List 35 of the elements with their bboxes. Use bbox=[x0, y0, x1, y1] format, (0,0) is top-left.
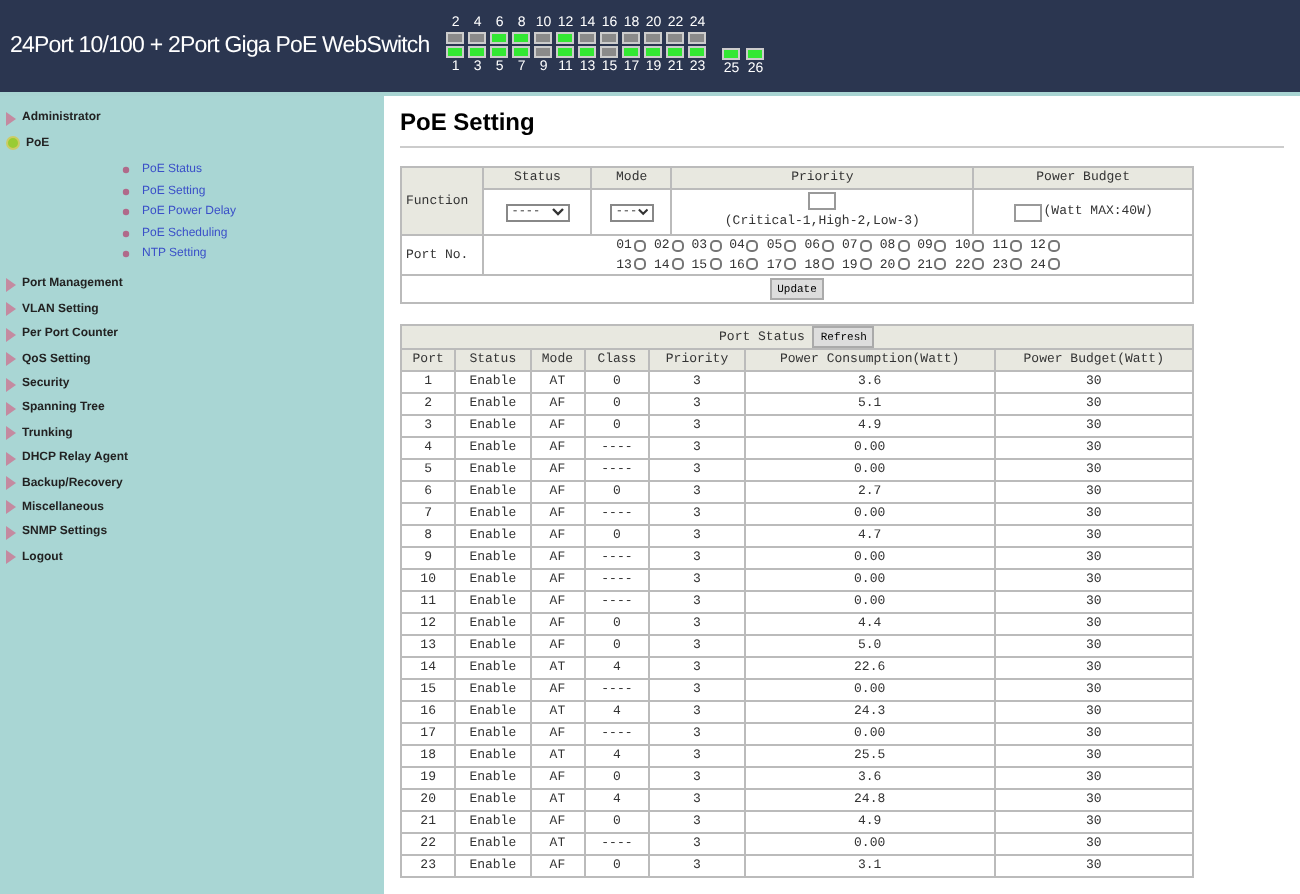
port-checkbox[interactable] bbox=[897, 258, 910, 271]
port-checkbox[interactable] bbox=[1010, 239, 1023, 252]
device-title: 24Port 10/100 + 2Port Giga PoE WebSwitch bbox=[10, 34, 430, 58]
priority-input[interactable] bbox=[808, 192, 837, 211]
port-checkbox[interactable] bbox=[633, 258, 646, 271]
port-checkbox[interactable] bbox=[633, 239, 646, 252]
bullet-icon bbox=[122, 208, 130, 217]
port-checkbox[interactable] bbox=[897, 239, 910, 252]
port-checkbox[interactable] bbox=[746, 258, 759, 271]
port-checkbox[interactable] bbox=[934, 239, 947, 252]
page-title: PoE Setting bbox=[400, 96, 1284, 148]
port-checkbox[interactable] bbox=[972, 258, 985, 271]
port-checkbox[interactable] bbox=[859, 239, 872, 252]
port-checkbox[interactable] bbox=[1010, 258, 1023, 271]
port-checkbox[interactable] bbox=[972, 239, 985, 252]
bullet-icon bbox=[122, 187, 130, 196]
port-checkbox[interactable] bbox=[671, 258, 684, 271]
port-checkbox[interactable] bbox=[709, 258, 722, 271]
port-checkbox[interactable] bbox=[746, 239, 759, 252]
caret-icon bbox=[551, 208, 564, 216]
port-checkbox[interactable] bbox=[1047, 258, 1060, 271]
port-checkbox[interactable] bbox=[1047, 239, 1060, 252]
caret-icon bbox=[637, 208, 648, 216]
port-checkbox[interactable] bbox=[822, 258, 834, 271]
port-checkbox[interactable] bbox=[784, 239, 797, 252]
port-checkbox[interactable] bbox=[934, 258, 947, 271]
budget-input[interactable] bbox=[1013, 203, 1042, 221]
port-checkbox[interactable] bbox=[822, 239, 834, 252]
port-checkbox[interactable] bbox=[709, 239, 722, 252]
port-checkbox[interactable] bbox=[671, 239, 684, 252]
bullet-icon bbox=[122, 229, 130, 238]
bullet-icon bbox=[122, 250, 130, 259]
port-checkbox[interactable] bbox=[859, 258, 872, 271]
bullet-icon bbox=[122, 166, 130, 175]
port-checkbox[interactable] bbox=[784, 258, 797, 271]
